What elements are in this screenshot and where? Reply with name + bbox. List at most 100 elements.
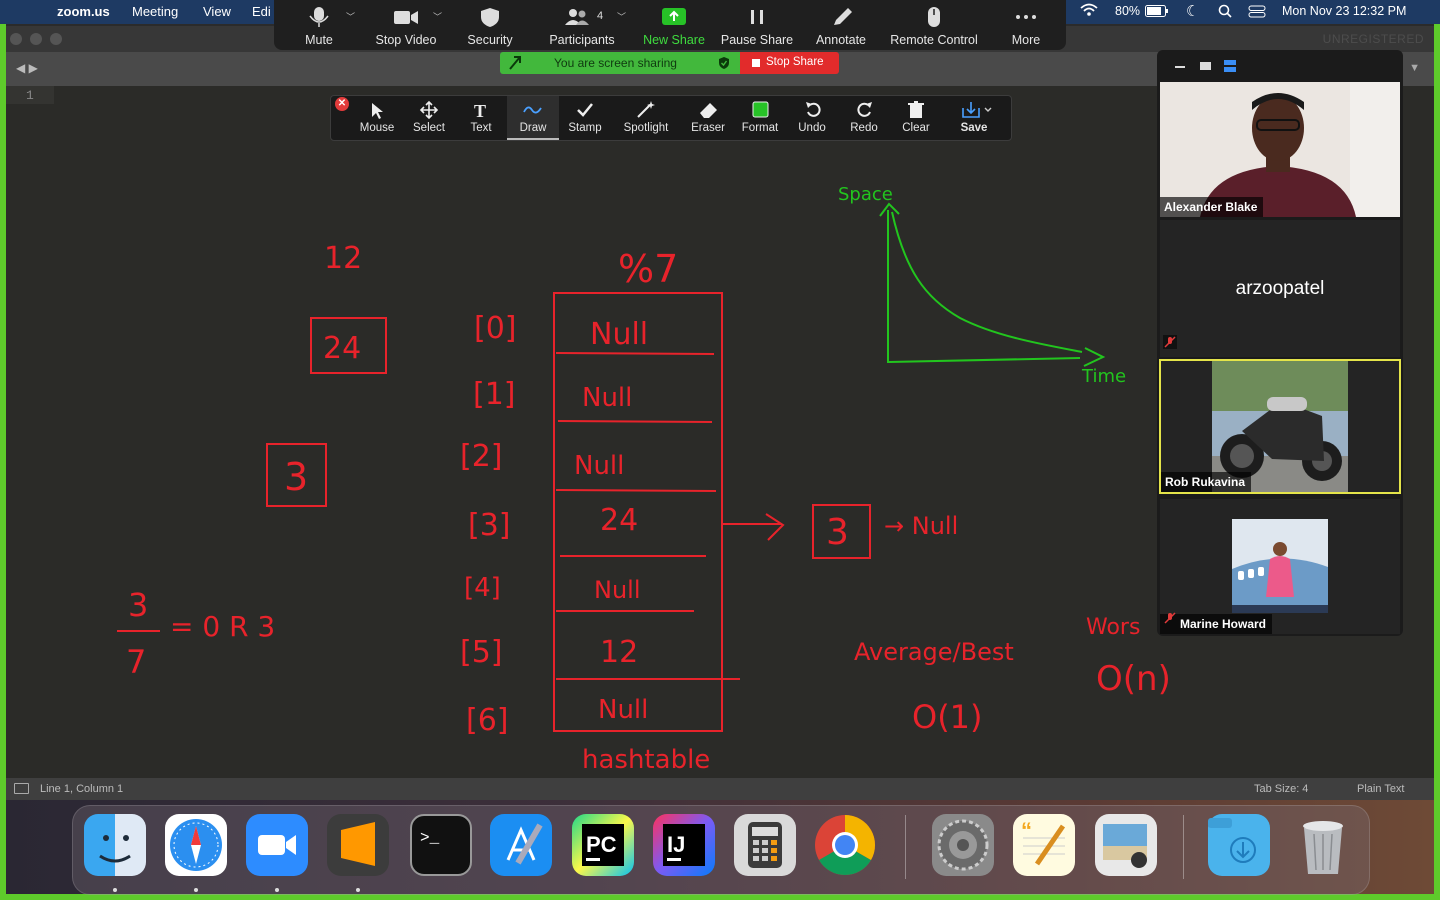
text-t-icon: T — [455, 100, 507, 121]
menu-meeting[interactable]: Meeting — [132, 4, 178, 19]
tool-select[interactable]: Select — [403, 96, 455, 140]
intellij-icon[interactable]: IJ — [653, 814, 715, 876]
node-next: → Null — [884, 512, 958, 540]
color-swatch-icon — [734, 100, 786, 120]
running-indicator — [356, 888, 360, 892]
tool-mouse[interactable]: Mouse — [351, 96, 403, 140]
modulo-7: %7 — [618, 247, 678, 291]
mute-options-chevron-icon[interactable]: ﹀ — [346, 10, 355, 23]
participant-name: Rob Rukavina — [1161, 472, 1252, 492]
tool-draw[interactable]: Draw — [507, 96, 559, 140]
participants-count: 4 — [597, 10, 604, 22]
new-share-button[interactable]: New Share — [640, 0, 708, 50]
cell-0: Null — [590, 317, 648, 352]
annotate-button[interactable]: Annotate — [810, 0, 872, 50]
video-tile-arzoopatel[interactable]: arzoopatel — [1160, 220, 1400, 357]
space-label: Space — [838, 184, 893, 205]
xcode-icon[interactable] — [490, 814, 552, 876]
close-annotation-icon[interactable]: ✕ — [335, 97, 349, 111]
syntax-mode[interactable]: Plain Text — [1357, 783, 1405, 795]
control-center-icon[interactable] — [1248, 5, 1266, 21]
worst-label: Wors — [1086, 615, 1140, 640]
stop-video-button[interactable]: Stop Video — [370, 0, 442, 50]
participants-chevron-icon[interactable]: ﹀ — [617, 10, 626, 23]
app-menu[interactable]: zoom.us — [57, 4, 110, 19]
undo-icon — [786, 100, 838, 120]
preview-icon[interactable] — [1095, 814, 1157, 876]
tool-stamp[interactable]: Stamp — [559, 96, 611, 140]
more-dots-icon — [998, 6, 1054, 28]
cell-3: 24 — [600, 503, 638, 538]
fraction-denominator: 7 — [126, 643, 146, 681]
spotlight-search-icon[interactable] — [1218, 4, 1232, 21]
system-preferences-icon[interactable] — [932, 814, 994, 876]
pause-share-button[interactable]: Pause Share — [720, 0, 794, 50]
terminal-icon[interactable]: >_ — [410, 814, 472, 876]
video-options-chevron-icon[interactable]: ﹀ — [433, 10, 442, 23]
menu-view[interactable]: View — [203, 4, 231, 19]
video-tile-marine-howard[interactable]: Marine Howard — [1160, 499, 1400, 634]
video-tile-rob-rukavina[interactable]: Rob Rukavina — [1159, 359, 1401, 494]
clock[interactable]: Mon Nov 23 12:32 PM — [1282, 4, 1406, 18]
space-time-curve — [891, 211, 1083, 353]
sublime-text-icon[interactable] — [327, 814, 389, 876]
remote-control-button[interactable]: Remote Control — [886, 0, 982, 50]
gallery-strip-view-icon — [1224, 60, 1236, 72]
tool-eraser[interactable]: Eraser — [682, 96, 734, 140]
tool-clear[interactable]: Clear — [890, 96, 942, 140]
shield-icon — [460, 6, 520, 28]
chrome-icon[interactable] — [814, 814, 876, 876]
calculator-icon[interactable] — [734, 814, 796, 876]
encryption-shield-icon — [718, 56, 730, 73]
participant-name: Alexander Blake — [1160, 197, 1264, 217]
pycharm-icon[interactable]: PC — [572, 814, 634, 876]
downloads-folder-icon[interactable] — [1208, 814, 1270, 876]
safari-icon[interactable] — [165, 814, 227, 876]
battery-icon[interactable] — [1145, 5, 1169, 20]
textedit-icon[interactable]: “ — [1013, 814, 1075, 876]
trash-icon[interactable] — [1292, 814, 1354, 876]
cell-1: Null — [582, 383, 632, 413]
zoom-icon[interactable] — [246, 814, 308, 876]
screen-sharing-banner[interactable]: You are screen sharing — [500, 52, 740, 74]
video-tile-alexander-blake[interactable]: Alexander Blake — [1160, 82, 1400, 217]
participants-button[interactable]: Participants — [544, 0, 620, 50]
trash-can-icon — [890, 100, 942, 120]
tool-redo[interactable]: Redo — [838, 96, 890, 140]
checkmark-icon — [559, 100, 611, 120]
tool-spotlight[interactable]: Spotlight — [617, 96, 675, 140]
tool-format[interactable]: Format — [734, 96, 786, 140]
index-6: [6] — [466, 703, 509, 738]
tab-size[interactable]: Tab Size: 4 — [1254, 783, 1308, 795]
eraser-icon — [682, 100, 734, 120]
tool-text[interactable]: T Text — [455, 96, 507, 140]
running-indicator — [113, 888, 117, 892]
more-button[interactable]: More — [998, 0, 1054, 50]
pause-icon — [720, 6, 794, 28]
tool-save[interactable]: Save — [945, 96, 1003, 140]
finder-icon[interactable] — [84, 814, 146, 876]
mute-button[interactable]: Mute — [288, 0, 350, 50]
participants-icon — [544, 6, 620, 28]
row-divider — [555, 489, 717, 492]
menu-edit[interactable]: Edi — [252, 4, 271, 19]
dock-separator — [1183, 815, 1184, 879]
tool-undo[interactable]: Undo — [786, 96, 838, 140]
dock-separator — [905, 815, 906, 879]
security-button[interactable]: Security — [460, 0, 520, 50]
cell-5: 12 — [600, 635, 638, 670]
row-divider — [555, 352, 715, 355]
fraction-result: = 0 R 3 — [170, 610, 275, 643]
zoom-meeting-toolbar: Mute ﹀ Stop Video ﹀ Security Participant… — [274, 0, 1066, 50]
panel-toggle-icon[interactable] — [14, 783, 29, 794]
svg-text:>_: >_ — [420, 829, 440, 847]
fraction-numerator: 3 — [128, 586, 148, 624]
average-best-label: Average/Best — [854, 638, 1014, 666]
save-download-icon — [945, 100, 1003, 120]
wifi-icon[interactable] — [1080, 3, 1098, 20]
participant-video-marine — [1232, 519, 1328, 613]
video-camera-icon — [370, 6, 442, 28]
stop-share-button[interactable]: Stop Share — [740, 52, 839, 74]
index-4: [4] — [464, 573, 501, 603]
do-not-disturb-icon[interactable]: ☾ — [1186, 2, 1199, 20]
